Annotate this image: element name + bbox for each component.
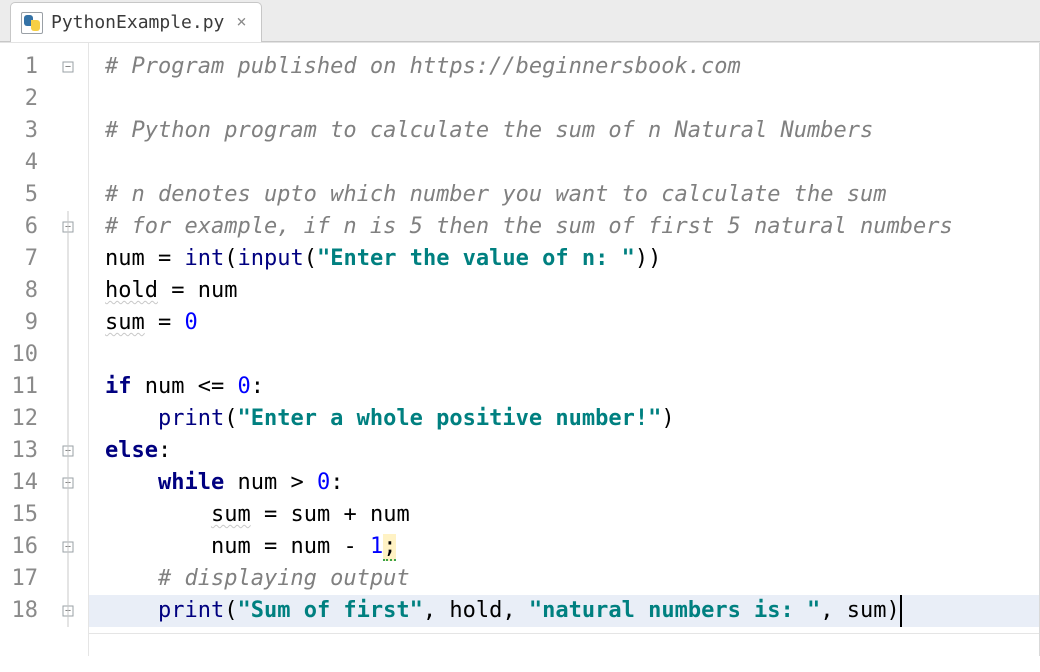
line-number: 15 <box>0 499 48 531</box>
line-number: 9 <box>0 307 48 339</box>
fold-cell <box>48 179 88 211</box>
code-line: num = int(input("Enter the value of n: "… <box>89 243 1040 275</box>
code-line: print("Sum of first", hold, "natural num… <box>89 595 1040 627</box>
fold-cell <box>48 147 88 179</box>
line-number: 12 <box>0 403 48 435</box>
code-line: # displaying output <box>89 563 1040 595</box>
code-line: # Python program to calculate the sum of… <box>89 115 1040 147</box>
line-number: 4 <box>0 147 48 179</box>
code-line: sum = 0 <box>89 307 1040 339</box>
code-line: sum = sum + num <box>89 499 1040 531</box>
code-line <box>89 83 1040 115</box>
line-number: 11 <box>0 371 48 403</box>
line-number: 16 <box>0 531 48 563</box>
line-number: 17 <box>0 563 48 595</box>
python-file-icon <box>21 12 43 34</box>
text-caret <box>900 595 902 627</box>
fold-cell <box>48 115 88 147</box>
code-line: # n denotes upto which number you want t… <box>89 179 1040 211</box>
code-line: hold = num <box>89 275 1040 307</box>
line-number: 1 <box>0 51 48 83</box>
code-editor[interactable]: 123456789101112131415161718 −−−−−− # Pro… <box>0 42 1040 656</box>
line-number: 3 <box>0 115 48 147</box>
fold-cell <box>48 83 88 115</box>
code-line: else: <box>89 435 1040 467</box>
line-number: 10 <box>0 339 48 371</box>
line-number: 18 <box>0 595 48 627</box>
editor-gutters: 123456789101112131415161718 −−−−−− <box>0 43 89 656</box>
code-line: num = num - 1; <box>89 531 1040 563</box>
code-line: if num <= 0: <box>89 371 1040 403</box>
code-line <box>89 147 1040 179</box>
fold-toggle-icon[interactable]: − <box>63 62 74 73</box>
line-number-gutter: 123456789101112131415161718 <box>0 43 48 656</box>
tab-bar: PythonExample.py × <box>0 0 1040 42</box>
line-number: 6 <box>0 211 48 243</box>
fold-gutter: −−−−−− <box>48 43 88 656</box>
line-number: 13 <box>0 435 48 467</box>
code-area[interactable]: # Program published on https://beginners… <box>89 43 1040 656</box>
line-number: 7 <box>0 243 48 275</box>
code-line: # for example, if n is 5 then the sum of… <box>89 211 1040 243</box>
code-line: # Program published on https://beginners… <box>89 51 1040 83</box>
line-number: 5 <box>0 179 48 211</box>
line-number: 8 <box>0 275 48 307</box>
code-line <box>89 339 1040 371</box>
fold-cell: − <box>48 51 88 83</box>
editor-tab[interactable]: PythonExample.py × <box>10 2 262 42</box>
end-of-file-rule <box>88 633 1040 634</box>
code-line: print("Enter a whole positive number!") <box>89 403 1040 435</box>
tab-filename: PythonExample.py <box>51 12 224 33</box>
close-icon[interactable]: × <box>236 14 246 31</box>
line-number: 14 <box>0 467 48 499</box>
line-number: 2 <box>0 83 48 115</box>
code-line: while num > 0: <box>89 467 1040 499</box>
